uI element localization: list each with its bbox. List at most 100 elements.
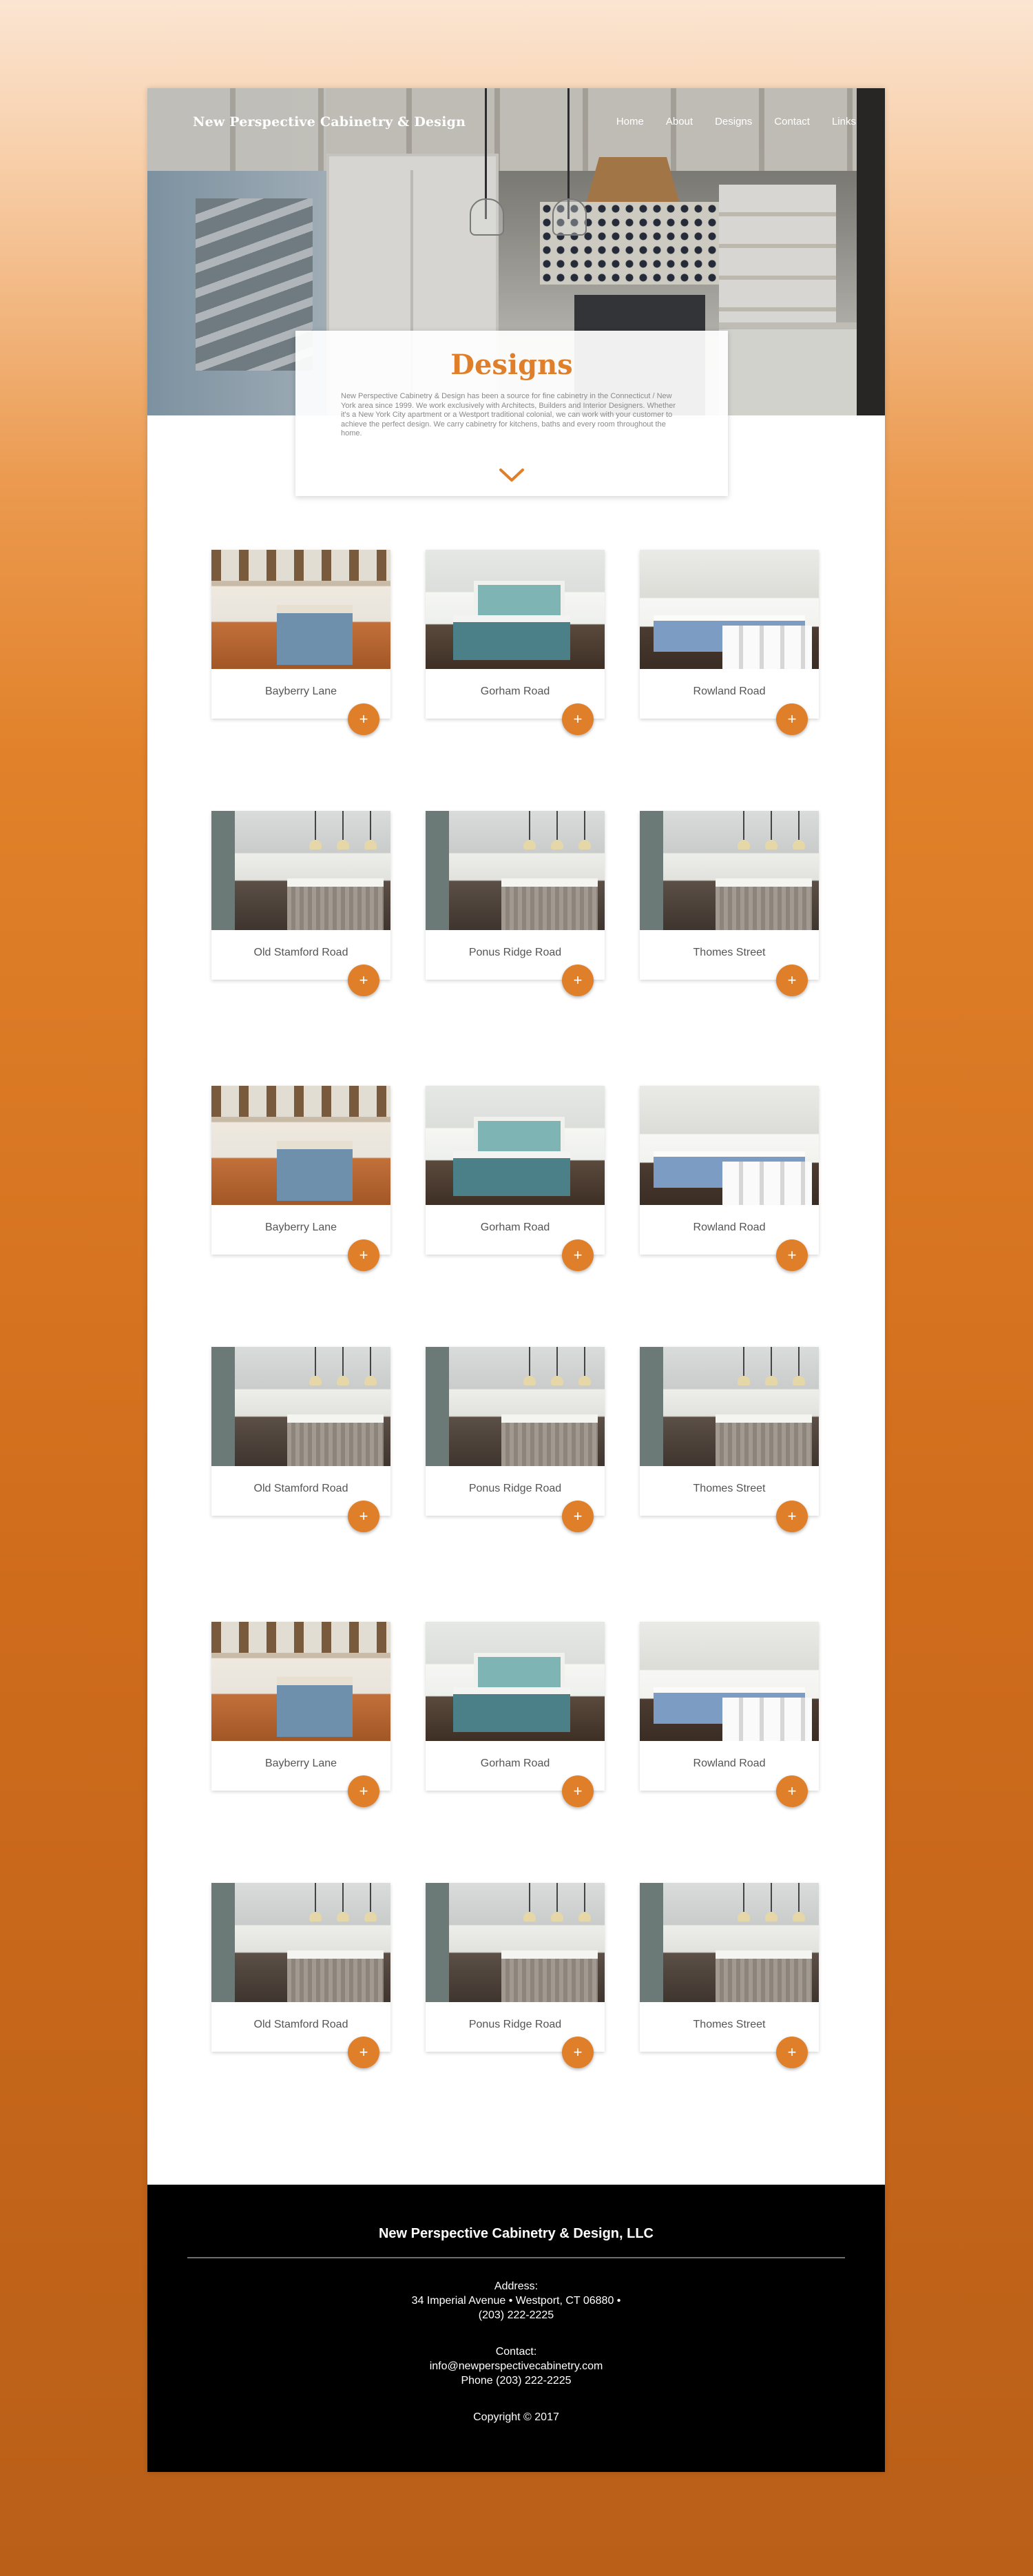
nav-links[interactable]: Links <box>832 116 856 127</box>
pendant-light-icon <box>309 1883 322 1921</box>
copyright: Copyright © 2017 <box>473 2411 559 2423</box>
design-card[interactable]: Old Stamford Road + <box>211 1883 390 2068</box>
address-phone: (203) 222-2225 <box>478 2309 554 2321</box>
design-card-title: Bayberry Lane <box>264 1758 337 1769</box>
expand-plus-button[interactable]: + <box>348 703 379 735</box>
pendant-light-icon <box>523 811 536 849</box>
contact-label: Contact: <box>495 2346 537 2358</box>
design-card-title: Thomes Street <box>693 947 766 958</box>
design-card-title: Gorham Road <box>480 1222 550 1233</box>
pendant-light-icon <box>765 1883 778 1921</box>
design-thumbnail[interactable] <box>640 811 819 930</box>
page-title: Designs <box>450 349 573 381</box>
expand-plus-button[interactable]: + <box>776 1775 808 1807</box>
expand-plus-button[interactable]: + <box>776 703 808 735</box>
expand-plus-button[interactable]: + <box>562 965 594 996</box>
expand-plus-button[interactable]: + <box>348 965 379 996</box>
design-thumbnail[interactable] <box>211 550 390 669</box>
design-card-title: Old Stamford Road <box>253 1483 348 1494</box>
design-card[interactable]: Bayberry Lane + <box>211 1086 390 1271</box>
design-card[interactable]: Bayberry Lane + <box>211 1622 390 1807</box>
design-card[interactable]: Gorham Road + <box>426 1622 605 1807</box>
design-card[interactable]: Thomes Street + <box>640 811 819 996</box>
contact-email[interactable]: info@newperspectivecabinetry.com <box>147 2359 885 2373</box>
design-card[interactable]: Rowland Road + <box>640 1086 819 1271</box>
expand-plus-button[interactable]: + <box>562 1239 594 1271</box>
nav-contact[interactable]: Contact <box>774 116 810 127</box>
footer-company: New Perspective Cabinetry & Design, LLC <box>378 2226 654 2241</box>
design-thumbnail[interactable] <box>211 1883 390 2002</box>
nav-designs[interactable]: Designs <box>715 116 752 127</box>
design-thumbnail[interactable] <box>426 811 605 930</box>
nav-about[interactable]: About <box>666 116 693 127</box>
address-label: Address: <box>494 2280 539 2292</box>
design-card[interactable]: Rowland Road + <box>640 550 819 735</box>
brand-logo[interactable]: New Perspective Cabinetry & Design <box>193 114 466 130</box>
design-card[interactable]: Thomes Street + <box>640 1883 819 2068</box>
design-thumbnail[interactable] <box>211 1086 390 1205</box>
design-card-title: Gorham Road <box>480 686 550 697</box>
design-thumbnail[interactable] <box>426 1883 605 2002</box>
pendant-light-icon <box>765 1347 778 1385</box>
design-thumbnail[interactable] <box>426 1622 605 1741</box>
pendant-light-icon <box>364 1883 377 1921</box>
design-thumbnail[interactable] <box>426 1347 605 1466</box>
design-card[interactable]: Old Stamford Road + <box>211 1347 390 1532</box>
design-thumbnail[interactable] <box>640 1622 819 1741</box>
design-card[interactable]: Gorham Road + <box>426 550 605 735</box>
intro-text: New Perspective Cabinetry & Design has b… <box>341 392 676 437</box>
design-card[interactable]: Bayberry Lane + <box>211 550 390 735</box>
design-thumbnail[interactable] <box>640 1347 819 1466</box>
expand-plus-button[interactable]: + <box>776 1239 808 1271</box>
nav-home[interactable]: Home <box>616 116 644 127</box>
design-card-title: Thomes Street <box>693 2019 766 2030</box>
pendant-light-icon <box>551 1347 563 1385</box>
design-card[interactable]: Gorham Road + <box>426 1086 605 1271</box>
design-thumbnail[interactable] <box>426 1086 605 1205</box>
design-thumbnail[interactable] <box>211 1622 390 1741</box>
design-card-title: Rowland Road <box>693 1758 766 1769</box>
pendant-light-icon <box>738 811 750 849</box>
design-card-title: Rowland Road <box>693 686 766 697</box>
contact-phone[interactable]: Phone (203) 222-2225 <box>147 2373 885 2388</box>
design-thumbnail[interactable] <box>426 550 605 669</box>
expand-plus-button[interactable]: + <box>562 1501 594 1532</box>
expand-plus-button[interactable]: + <box>776 1501 808 1532</box>
design-thumbnail[interactable] <box>211 1347 390 1466</box>
design-thumbnail[interactable] <box>640 1883 819 2002</box>
pendant-light-icon <box>578 1347 591 1385</box>
expand-plus-button[interactable]: + <box>562 1775 594 1807</box>
design-thumbnail[interactable] <box>640 550 819 669</box>
design-card-title: Thomes Street <box>693 1483 766 1494</box>
design-card[interactable]: Ponus Ridge Road + <box>426 1883 605 2068</box>
design-thumbnail[interactable] <box>211 811 390 930</box>
pendant-light-icon <box>337 1883 349 1921</box>
pendant-light-icon <box>551 1883 563 1921</box>
design-card[interactable]: Ponus Ridge Road + <box>426 811 605 996</box>
design-card[interactable]: Thomes Street + <box>640 1347 819 1532</box>
pendant-light-icon <box>309 1347 322 1385</box>
design-card[interactable]: Rowland Road + <box>640 1622 819 1807</box>
expand-plus-button[interactable]: + <box>348 1501 379 1532</box>
expand-plus-button[interactable]: + <box>348 1239 379 1271</box>
pendant-light-icon <box>309 811 322 849</box>
pendant-light-icon <box>578 811 591 849</box>
design-card[interactable]: Ponus Ridge Road + <box>426 1347 605 1532</box>
chevron-down-icon[interactable] <box>498 467 525 484</box>
expand-plus-button[interactable]: + <box>348 1775 379 1807</box>
page-container: New Perspective Cabinetry & Design Home … <box>147 88 885 2472</box>
design-card[interactable]: Old Stamford Road + <box>211 811 390 996</box>
expand-plus-button[interactable]: + <box>776 2037 808 2068</box>
expand-plus-button[interactable]: + <box>562 703 594 735</box>
design-thumbnail[interactable] <box>640 1086 819 1205</box>
expand-plus-button[interactable]: + <box>776 965 808 996</box>
expand-plus-button[interactable]: + <box>348 2037 379 2068</box>
design-card-title: Bayberry Lane <box>264 1222 337 1233</box>
pendant-light-icon <box>364 811 377 849</box>
pendant-light-icon <box>578 1883 591 1921</box>
pendant-light-icon <box>793 1883 805 1921</box>
pendant-light-icon <box>765 811 778 849</box>
site-footer: New Perspective Cabinetry & Design, LLC … <box>147 2185 885 2472</box>
expand-plus-button[interactable]: + <box>562 2037 594 2068</box>
intro-card: Designs New Perspective Cabinetry & Desi… <box>295 331 728 496</box>
